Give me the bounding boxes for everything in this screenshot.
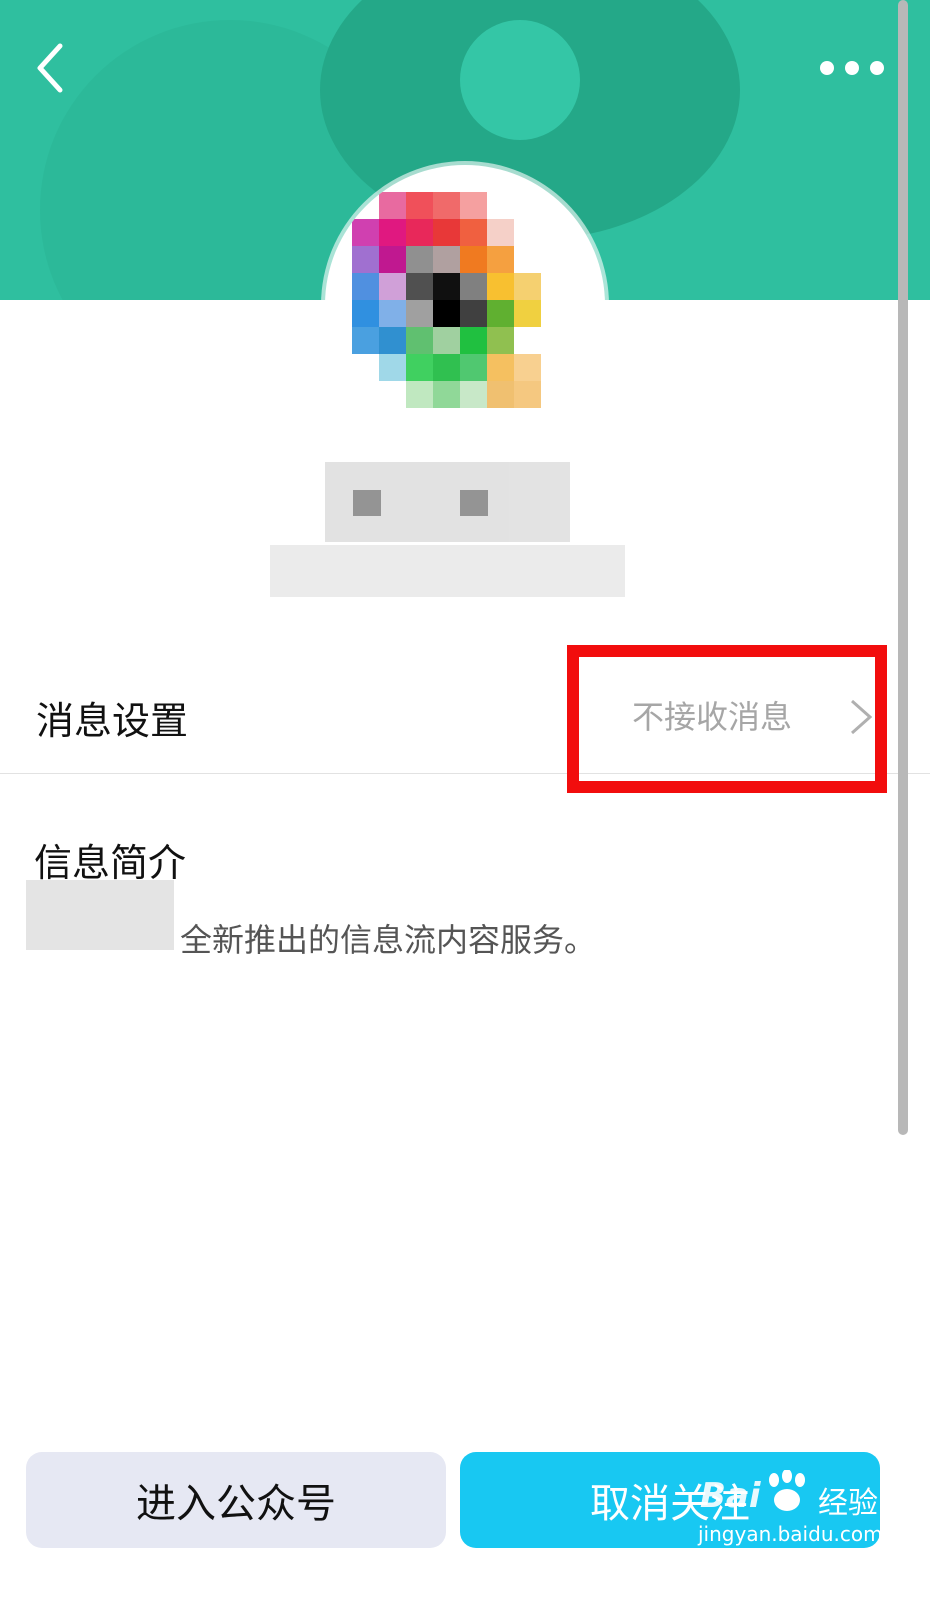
intro-text-blurred	[26, 880, 174, 950]
avatar	[325, 165, 605, 445]
message-settings-row[interactable]: 消息设置 不接收消息	[0, 650, 930, 774]
more-icon	[820, 61, 834, 75]
paw-icon	[769, 1470, 805, 1511]
account-name-blurred	[325, 462, 570, 542]
watermark-text: 经验	[818, 1486, 878, 1521]
message-settings-value: 不接收消息	[632, 698, 793, 736]
intro-title: 信息简介	[34, 841, 187, 885]
back-button[interactable]	[30, 40, 74, 96]
scrollbar[interactable]	[898, 0, 908, 1135]
more-icon	[845, 61, 859, 75]
watermark: Bai 经验 jingyan.baidu.com	[690, 1470, 883, 1550]
message-settings-label: 消息设置	[36, 699, 189, 743]
watermark-url: jingyan.baidu.com	[698, 1522, 883, 1546]
more-button[interactable]	[820, 56, 884, 80]
watermark-logo: Bai	[700, 1476, 761, 1516]
intro-text: 全新推出的信息流内容服务。	[180, 921, 597, 959]
account-subtitle-blurred	[270, 545, 625, 597]
chevron-right-icon	[851, 699, 873, 735]
back-icon	[37, 43, 63, 93]
enter-account-button[interactable]: 进入公众号	[26, 1452, 446, 1548]
header-decoration	[460, 20, 580, 140]
more-icon	[870, 61, 884, 75]
